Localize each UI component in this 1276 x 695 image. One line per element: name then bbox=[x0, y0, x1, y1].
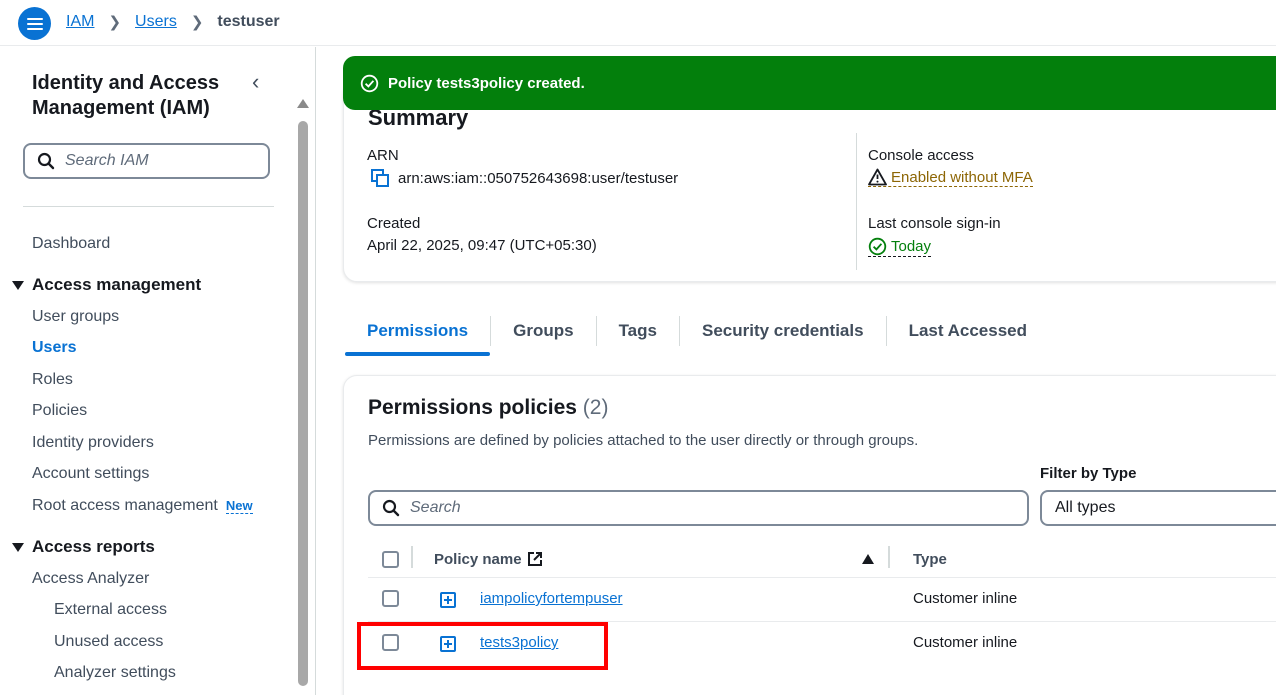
column-header-policy-name[interactable]: Policy name bbox=[434, 540, 543, 578]
policy-link-iampolicyfortempuser[interactable]: iampolicyfortempuser bbox=[480, 590, 623, 607]
created-value: April 22, 2025, 09:47 (UTC+05:30) bbox=[367, 237, 597, 254]
sidebar-item-dashboard[interactable]: Dashboard bbox=[32, 235, 110, 253]
tab-tags[interactable]: Tags bbox=[597, 306, 679, 356]
arn-text: arn:aws:iam::050752643698:user/testuser bbox=[398, 169, 679, 187]
copy-icon[interactable] bbox=[370, 168, 390, 188]
flash-message: Policy tests3policy created. bbox=[388, 74, 585, 92]
summary-card: Summary ARN arn:aws:iam::050752643698:us… bbox=[343, 80, 1276, 282]
expand-row-button[interactable] bbox=[440, 592, 456, 608]
tab-groups[interactable]: Groups bbox=[491, 306, 595, 356]
sidebar: Identity and Access Management (IAM) ‹ D… bbox=[0, 47, 316, 695]
policies-search[interactable] bbox=[368, 490, 1029, 526]
top-bar: IAM ❯ Users ❯ testuser bbox=[0, 0, 1276, 46]
policy-type-cell: Customer inline bbox=[913, 634, 1018, 651]
collapse-sidebar-icon[interactable]: ‹ bbox=[252, 69, 259, 95]
search-icon bbox=[382, 499, 400, 517]
policies-title: Permissions policies (2) bbox=[368, 396, 608, 420]
expand-icon[interactable] bbox=[440, 592, 456, 608]
section-label: Access management bbox=[32, 275, 202, 294]
console-access-link[interactable]: Enabled without MFA bbox=[868, 168, 1033, 187]
sidebar-search[interactable] bbox=[23, 143, 270, 179]
section-access-management[interactable]: Access management bbox=[12, 275, 201, 295]
sidebar-divider bbox=[23, 206, 274, 207]
sidebar-item-roles[interactable]: Roles bbox=[32, 371, 73, 389]
sidebar-item-user-groups[interactable]: User groups bbox=[32, 308, 119, 326]
last-signin-label: Last console sign-in bbox=[868, 215, 1001, 232]
sidebar-item-label: Root access management bbox=[32, 497, 218, 514]
policy-type-cell: Customer inline bbox=[913, 590, 1018, 607]
last-signin-text: Today bbox=[891, 238, 932, 255]
last-signin-value: Today bbox=[868, 237, 932, 257]
sidebar-item-unused-access[interactable]: Unused access bbox=[54, 633, 163, 651]
search-iam-input[interactable] bbox=[65, 152, 255, 170]
column-header-type[interactable]: Type bbox=[913, 540, 947, 578]
sidebar-item-users[interactable]: Users bbox=[32, 339, 76, 357]
tab-security-credentials[interactable]: Security credentials bbox=[680, 306, 886, 356]
section-label: Access reports bbox=[32, 537, 155, 556]
filter-by-type-label: Filter by Type bbox=[1040, 465, 1137, 482]
external-link-icon bbox=[527, 552, 542, 566]
console-access-value: Enabled without MFA bbox=[868, 168, 1033, 187]
sidebar-title: Identity and Access Management (IAM) bbox=[32, 72, 220, 119]
policies-description: Permissions are defined by policies atta… bbox=[368, 432, 919, 449]
caret-down-icon bbox=[12, 542, 24, 552]
breadcrumb: IAM ❯ Users ❯ testuser bbox=[66, 13, 280, 31]
select-all-checkbox[interactable] bbox=[382, 550, 399, 568]
filter-type-select[interactable]: All types bbox=[1040, 490, 1276, 526]
policies-search-input[interactable] bbox=[410, 499, 1010, 517]
sidebar-item-root-access[interactable]: Root access management New bbox=[32, 497, 253, 515]
policy-name-header: Policy name bbox=[434, 550, 522, 568]
check-circle-icon bbox=[360, 74, 379, 92]
chevron-right-icon: ❯ bbox=[190, 14, 204, 31]
policies-title-text: Permissions policies bbox=[368, 396, 577, 419]
sidebar-scrollbar[interactable] bbox=[297, 99, 309, 689]
sidebar-item-identity-providers[interactable]: Identity providers bbox=[32, 434, 154, 452]
chevron-right-icon: ❯ bbox=[108, 14, 122, 31]
breadcrumb-current: testuser bbox=[217, 13, 280, 30]
policies-count: (2) bbox=[582, 396, 609, 419]
sidebar-item-policies[interactable]: Policies bbox=[32, 402, 87, 420]
caret-down-icon bbox=[12, 280, 24, 290]
highlight-annotation bbox=[357, 622, 608, 670]
check-circle-icon bbox=[868, 237, 887, 256]
select-all-cell bbox=[382, 540, 399, 578]
column-separator bbox=[888, 546, 890, 568]
created-label: Created bbox=[367, 215, 421, 232]
breadcrumb-iam[interactable]: IAM bbox=[66, 13, 94, 31]
section-access-reports[interactable]: Access reports bbox=[12, 537, 155, 557]
scrollbar-thumb[interactable] bbox=[298, 121, 308, 686]
arn-label: ARN bbox=[367, 147, 399, 164]
warning-icon bbox=[868, 168, 887, 186]
sidebar-item-account-settings[interactable]: Account settings bbox=[32, 465, 149, 483]
policy-name-cell: iampolicyfortempuser bbox=[480, 590, 623, 607]
breadcrumb-users[interactable]: Users bbox=[135, 13, 177, 31]
sidebar-item-external-access[interactable]: External access bbox=[54, 601, 167, 619]
sidebar-item-access-analyzer[interactable]: Access Analyzer bbox=[32, 570, 149, 588]
row-checkbox-cell bbox=[382, 590, 399, 607]
row-divider bbox=[368, 577, 1276, 578]
search-icon bbox=[37, 152, 55, 170]
new-badge: New bbox=[225, 498, 253, 514]
tab-last-accessed[interactable]: Last Accessed bbox=[887, 306, 1049, 356]
scroll-up-icon[interactable] bbox=[297, 99, 309, 108]
hamburger-icon bbox=[26, 17, 43, 30]
row-checkbox[interactable] bbox=[382, 590, 399, 607]
sort-ascending-icon[interactable] bbox=[862, 540, 874, 578]
tab-permissions[interactable]: Permissions bbox=[345, 306, 491, 356]
column-divider bbox=[856, 133, 857, 270]
console-access-text: Enabled without MFA bbox=[891, 168, 1033, 186]
success-flash: Policy tests3policy created. bbox=[343, 56, 1276, 110]
sidebar-item-analyzer-settings[interactable]: Analyzer settings bbox=[54, 664, 176, 682]
menu-button[interactable] bbox=[18, 7, 51, 40]
last-signin-link[interactable]: Today bbox=[868, 237, 932, 257]
tabs: Permissions Groups Tags Security credent… bbox=[345, 306, 1049, 356]
console-access-label: Console access bbox=[868, 147, 974, 164]
column-separator bbox=[411, 546, 413, 568]
arn-value: arn:aws:iam::050752643698:user/testuser bbox=[370, 168, 678, 188]
